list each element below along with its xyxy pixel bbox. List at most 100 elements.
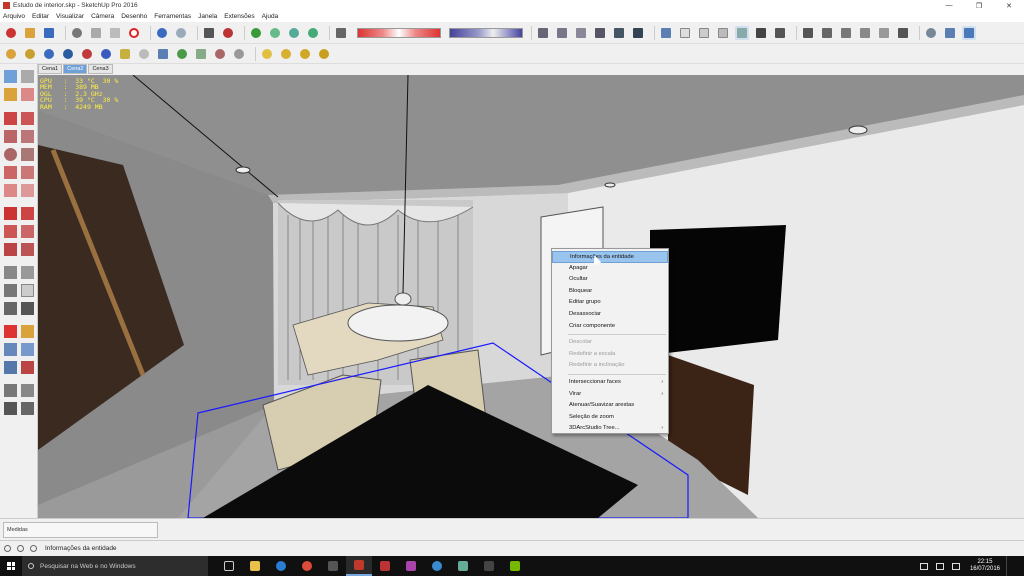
menu-editar[interactable]: Editar [32,13,49,20]
menu-item-intersect-faces[interactable]: Interseccionar faces › [552,377,668,389]
menu-camera[interactable]: Câmera [91,13,114,20]
tab-cena2[interactable]: Cena2 [63,64,88,74]
iso-view-icon[interactable] [659,26,673,40]
cube-icon[interactable] [156,47,170,61]
credits-icon[interactable] [17,545,24,552]
bottom-view-icon[interactable] [773,26,787,40]
menu-item-zoom-selection[interactable]: Seleção de zoom [552,412,668,424]
sandbox-icon[interactable] [249,26,263,40]
rotated-rectangle-icon[interactable] [21,130,34,143]
hidden-line-icon[interactable] [593,26,607,40]
tape-measure-icon[interactable] [4,266,17,279]
save-icon[interactable] [42,26,56,40]
paint-bucket-icon[interactable] [4,47,18,61]
open-icon[interactable] [23,26,37,40]
tree-icon[interactable] [306,26,320,40]
model-info-icon[interactable] [221,26,235,40]
erase-icon[interactable] [127,26,141,40]
move-tool-icon[interactable] [4,207,17,220]
copy-icon[interactable] [89,26,103,40]
taskbar-search[interactable]: Pesquisar na Web e no Windows [22,556,208,576]
time-settings[interactable] [449,27,523,38]
menu-desenho[interactable]: Desenho [121,13,147,20]
globe-icon[interactable] [61,47,75,61]
tag-icon[interactable] [118,47,132,61]
menu-visualizar[interactable]: Visualizar [56,13,84,20]
model-viewport[interactable] [38,75,1024,518]
taskbar-clock[interactable]: 22:15 16/07/2016 [970,559,1000,573]
3d-text-icon[interactable] [21,302,34,315]
cut-icon[interactable] [70,26,84,40]
circle-tool-icon[interactable] [4,148,17,161]
scale-tool-icon[interactable] [4,243,17,256]
image-app-icon[interactable] [450,556,476,576]
menu-item-flip[interactable]: Virar › [552,389,668,401]
app-icon[interactable] [476,556,502,576]
xray-icon[interactable] [536,26,550,40]
render-icon[interactable] [232,47,246,61]
layout-taskbar-icon[interactable] [372,556,398,576]
wireframe-icon[interactable] [574,26,588,40]
print-icon[interactable] [202,26,216,40]
section-plane-icon[interactable] [21,402,34,415]
position-camera-tool-icon[interactable] [4,384,17,397]
zoom-extents-icon[interactable] [4,361,17,374]
sphere-icon[interactable] [42,47,56,61]
follow-me-icon[interactable] [21,225,34,238]
nvidia-icon[interactable] [502,556,528,576]
task-view-icon[interactable] [216,556,242,576]
menu-arquivo[interactable]: Arquivo [3,13,25,20]
style-builder-icon[interactable] [398,556,424,576]
menu-item-delete[interactable]: Apagar [552,263,668,275]
polygon-tool-icon[interactable] [21,148,34,161]
light-area-icon[interactable] [298,47,312,61]
sketchup-taskbar-icon[interactable] [346,556,372,576]
close-button[interactable]: ✕ [994,0,1024,11]
menu-item-edit-group[interactable]: Editar grupo [552,297,668,309]
redo-icon[interactable] [174,26,188,40]
menu-item-explode[interactable]: Desassociar [552,309,668,321]
calculator-icon[interactable] [320,556,346,576]
previous-view-icon[interactable] [21,361,34,374]
menu-item-3darcstudio-tree[interactable]: 3DArcStudio Tree... › [552,423,668,435]
tray-chevron-icon[interactable] [919,562,928,570]
tab-cena3[interactable]: Cena3 [88,64,113,74]
menu-janela[interactable]: Janela [198,13,217,20]
sphere-blue-icon[interactable] [99,47,113,61]
material-icon[interactable] [213,47,227,61]
style-box-icon[interactable] [334,26,348,40]
file-explorer-icon[interactable] [242,556,268,576]
text-tool-icon[interactable] [21,284,34,297]
position-camera-icon[interactable] [943,26,957,40]
light-icon[interactable] [260,47,274,61]
notifications-icon[interactable] [1006,556,1024,576]
menu-item-make-component[interactable]: Criar componente [552,321,668,333]
left-view-icon[interactable] [754,26,768,40]
extension-warehouse-icon[interactable] [4,26,18,40]
axes-tool-icon[interactable] [4,302,17,315]
menu-extensoes[interactable]: Extensões [224,13,254,20]
front-view-icon[interactable] [697,26,711,40]
measurements-field[interactable]: Medidas [3,522,158,538]
make-component-icon[interactable] [21,70,34,83]
walk-tool-icon[interactable] [4,402,17,415]
tab-cena1[interactable]: Cena1 [38,64,63,74]
arc-tool-icon[interactable] [4,166,17,179]
home-icon[interactable] [839,26,853,40]
house-icon[interactable] [858,26,872,40]
menu-ajuda[interactable]: Ajuda [262,13,279,20]
select-tool-icon[interactable] [4,70,17,83]
diamond-icon[interactable] [137,47,151,61]
top-view-icon[interactable] [678,26,692,40]
edge-icon[interactable] [268,556,294,576]
volume-icon[interactable] [951,562,960,570]
zoom-tool-icon[interactable] [4,343,17,356]
chrome-icon[interactable] [294,556,320,576]
zoom-window-icon[interactable] [21,343,34,356]
back-view-icon[interactable] [735,25,749,40]
offset-tool-icon[interactable] [21,243,34,256]
dimension-icon[interactable] [896,26,910,40]
push-pull-icon[interactable] [21,207,34,220]
light-bulb-icon[interactable] [317,47,331,61]
help-icon[interactable] [30,545,37,552]
